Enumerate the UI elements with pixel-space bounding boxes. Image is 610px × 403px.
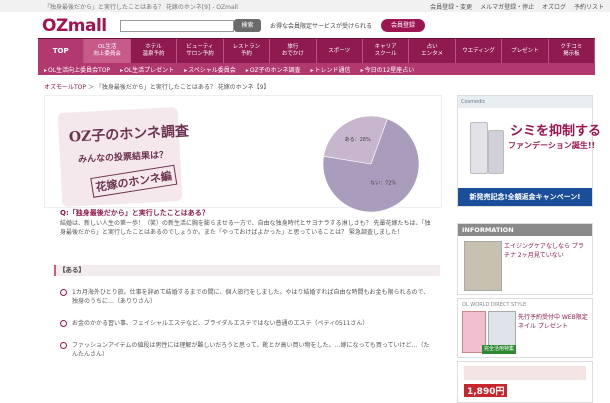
stamp-tag: 花嫁のホンネ編 (90, 164, 178, 198)
sub-nav: OL生活向上委員会TOP OL生活プレゼント スペシャル委員会 OZ子のホンネ調… (38, 63, 595, 75)
information-box: INFORMATION エイジングケアなしなら プラチナ 2ヶ月見ていない (457, 223, 593, 295)
breadcrumb-home[interactable]: オズモールTOP (44, 84, 86, 91)
ad3-label: OL WORLD DIRECT STYLE (462, 302, 527, 308)
ad-subheadline: ファンデーション誕生!! (508, 141, 596, 150)
question-title: Q:「独身最後だから」と実行したことはある？ (60, 209, 209, 217)
subnav-honne[interactable]: OZ子のホンネ調査 (246, 65, 301, 74)
product-thumbnail[interactable] (464, 241, 502, 291)
nav-item-wedding[interactable]: ウエディング (456, 39, 503, 63)
member-promo-text: お得な会員限定サービスが受けられる (270, 23, 373, 30)
breadcrumb-current: 「独身最後だから」と実行したことはある？ 花嫁のホンネ【9】 (95, 84, 270, 91)
breadcrumb: オズモールTOP ＞ 「独身最後だから」と実行したことはある？ 花嫁のホンネ【9… (44, 82, 269, 91)
info-heading: INFORMATION (458, 224, 592, 236)
nav-item-career[interactable]: キャリア スクール (363, 39, 410, 63)
subnav-trend[interactable]: トレンド通信 (311, 65, 351, 74)
answer-item: 1カ月海外ひとり旅。仕事を辞めて結婚するまでの間に、個人旅行をしました。やはり結… (60, 288, 435, 306)
page-tagline: 「独身最後だから」と実行したことはある？ 花嫁のホンネ[9] - OZmall (44, 4, 238, 11)
breadcrumb-sep: ＞ (86, 84, 96, 91)
info-link-text[interactable]: エイジングケアなしなら プラチナ 2ヶ月見ていない (504, 242, 588, 260)
toplink-ozlog[interactable]: オズログ (542, 4, 566, 11)
survey-hero: OZ子のホンネ調査 みんなの投票結果は？ 花嫁のホンネ編 ある：28% ない：72… (44, 95, 442, 213)
answer-item: お金のかかる習い事、フェイシャルエステなど、ブライダルエステではない普通のエステ… (60, 319, 435, 328)
bottle-image (488, 130, 504, 174)
toplink-mailmag[interactable]: メルマガ登録・停止 (480, 4, 534, 11)
ad-campaign-badge: 新発売記念!全額返金キャンペーン! (458, 188, 592, 206)
subnav-special[interactable]: スペシャル委員会 (184, 65, 236, 74)
nav-item-fortune[interactable]: 占い エンタメ (409, 39, 456, 63)
nav-item-ol-life[interactable]: OL生活 向上委員会 (84, 39, 131, 63)
search-button[interactable]: 検索 (234, 19, 261, 32)
nav-item-sports[interactable]: スポーツ (317, 39, 363, 63)
subnav-ol-top[interactable]: OL生活向上委員会TOP (44, 65, 110, 74)
nav-item-board[interactable]: クチコミ 掲示板 (549, 39, 596, 63)
ad-brand-bar: Cosmedic (458, 96, 592, 108)
toplink-reserve-list[interactable]: 予約リスト (574, 4, 604, 11)
stamp-subtitle: みんなの投票結果は？ (77, 150, 169, 166)
nav-item-hotel[interactable]: ホテル 温泉予約 (131, 39, 178, 63)
answer-item: ファッションアイテムの値段は男性には理解が難しいだろうと思って、靴とか高い買い物… (60, 341, 435, 359)
ozmall-logo[interactable]: OZmall (42, 16, 107, 36)
nav-item-travel[interactable]: 旅行 おでかけ (270, 39, 317, 63)
main-nav: TOP OL生活 向上委員会 ホテル 温泉予約 ビューティ サロン予約 レストラ… (38, 38, 596, 63)
nav-item-present[interactable]: プレゼント (502, 39, 549, 63)
pie-label-yes: ある：28% (345, 137, 371, 143)
ad-headline: シミを抑制する (510, 124, 602, 139)
nav-item-top[interactable]: TOP (38, 39, 85, 63)
section-heading-yes: 【ある】 (54, 265, 440, 276)
ad4-price: 1,890円 (464, 384, 508, 397)
intro-text: 結婚は、新しい人生の第一歩！（笑）の新生活に胸を膨らませる一方で、自由な独身時代… (60, 220, 431, 237)
bottle-image (470, 122, 488, 174)
magazine-ad-banner[interactable]: OL WORLD DIRECT STYLE 完全活用特集 先行予約受付中 WEB… (457, 298, 593, 358)
price-ad-banner[interactable]: 1,890円 (457, 361, 593, 403)
subnav-horoscope[interactable]: 今日の12星座占い (361, 65, 415, 74)
ad3-text: 先行予約受付中 WEB限定 ネイル プレゼント (518, 314, 588, 330)
top-links: 会員登録・変更 メルマガ登録・停止 オズログ 予約リスト (424, 2, 604, 11)
ad3-strip: 完全活用特集 (482, 345, 516, 354)
stamp-title: OZ子のホンネ調査 (68, 123, 190, 146)
survey-stamp: OZ子のホンネ調査 みんなの投票結果は？ 花嫁のホンネ編 (57, 106, 189, 208)
ad4-header (464, 366, 586, 380)
member-register-button[interactable]: 会員登録 (381, 19, 425, 32)
site-header: OZmall 検索 お得な会員限定サービスが受けられる 会員登録 (0, 12, 610, 38)
search-input[interactable] (120, 20, 234, 32)
answer-list: 1カ月海外ひとり旅。仕事を辞めて結婚するまでの間に、個人旅行をしました。やはり結… (60, 288, 435, 372)
nav-item-beauty[interactable]: ビューティ サロン予約 (177, 39, 224, 63)
toplink-member[interactable]: 会員登録・変更 (430, 4, 472, 11)
nav-item-restaurant[interactable]: レストラン 予約 (224, 39, 271, 63)
survey-pie-chart: ある：28% ない：72% (322, 115, 420, 213)
pie-label-no: ない：72% (370, 180, 396, 187)
subnav-present[interactable]: OL生活プレゼント (120, 65, 174, 74)
foundation-ad-banner[interactable]: Cosmedic シミを抑制する ファンデーション誕生!! 新発売記念!全額返金… (457, 95, 601, 207)
